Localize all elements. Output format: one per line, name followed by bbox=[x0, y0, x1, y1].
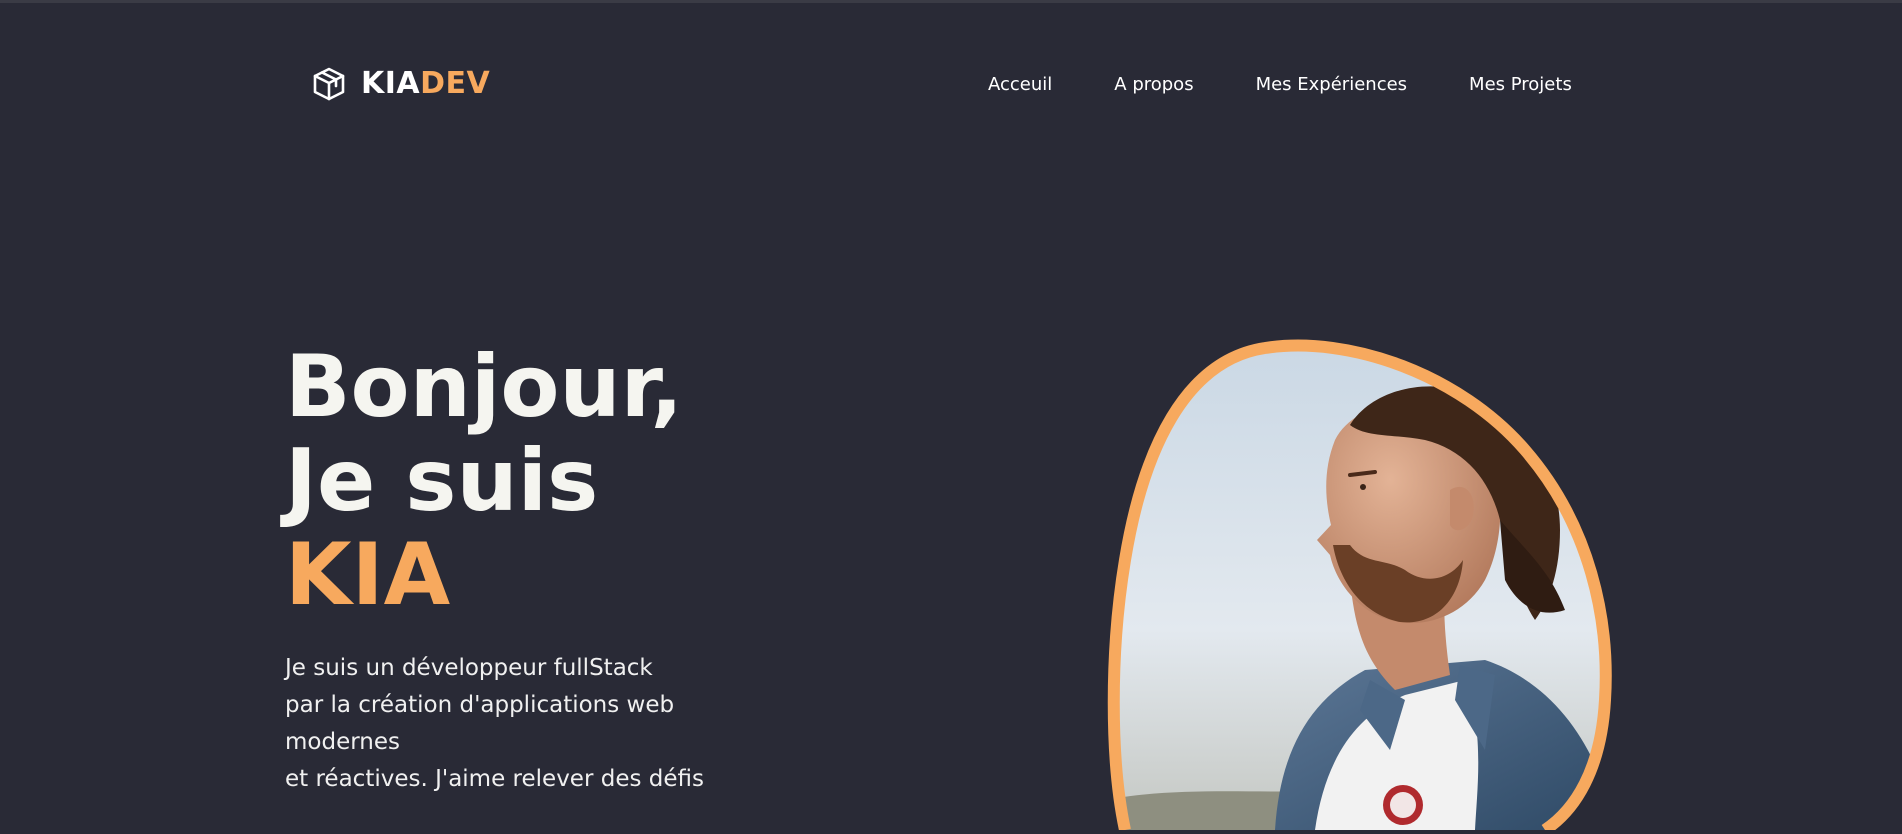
nav-link-a-propos[interactable]: A propos bbox=[1114, 72, 1193, 98]
profile-portrait bbox=[1105, 330, 1625, 834]
main-nav: Acceuil A propos Mes Expériences Mes Pro… bbox=[988, 72, 1572, 98]
hero-greeting: Bonjour, bbox=[285, 337, 684, 437]
hero-intro: Je suis bbox=[285, 431, 599, 531]
hero-description-line: Je suis un développeur fullStack bbox=[285, 655, 653, 681]
box-icon bbox=[311, 66, 347, 102]
nav-link-projets[interactable]: Mes Projets bbox=[1469, 72, 1572, 98]
brand-logo[interactable]: KIADEV bbox=[311, 66, 490, 102]
brand-name: KIADEV bbox=[361, 66, 490, 102]
hero-description: Je suis un développeur fullStack par la … bbox=[285, 650, 705, 798]
brand-name-part1: KIA bbox=[361, 66, 421, 101]
brand-name-part2: DEV bbox=[420, 66, 491, 101]
hero-description-line: modernes bbox=[285, 729, 400, 755]
hero-title: Bonjour, Je suis KIA bbox=[285, 340, 683, 622]
hero-name: KIA bbox=[285, 525, 451, 625]
nav-link-experiences[interactable]: Mes Expériences bbox=[1256, 72, 1407, 98]
nav-link-acceuil[interactable]: Acceuil bbox=[988, 72, 1052, 98]
hero-description-line: par la création d'applications web bbox=[285, 692, 675, 718]
navbar: KIADEV Acceuil A propos Mes Expériences … bbox=[0, 0, 1902, 170]
hero-description-line: et réactives. J'aime relever des défis bbox=[285, 766, 704, 792]
